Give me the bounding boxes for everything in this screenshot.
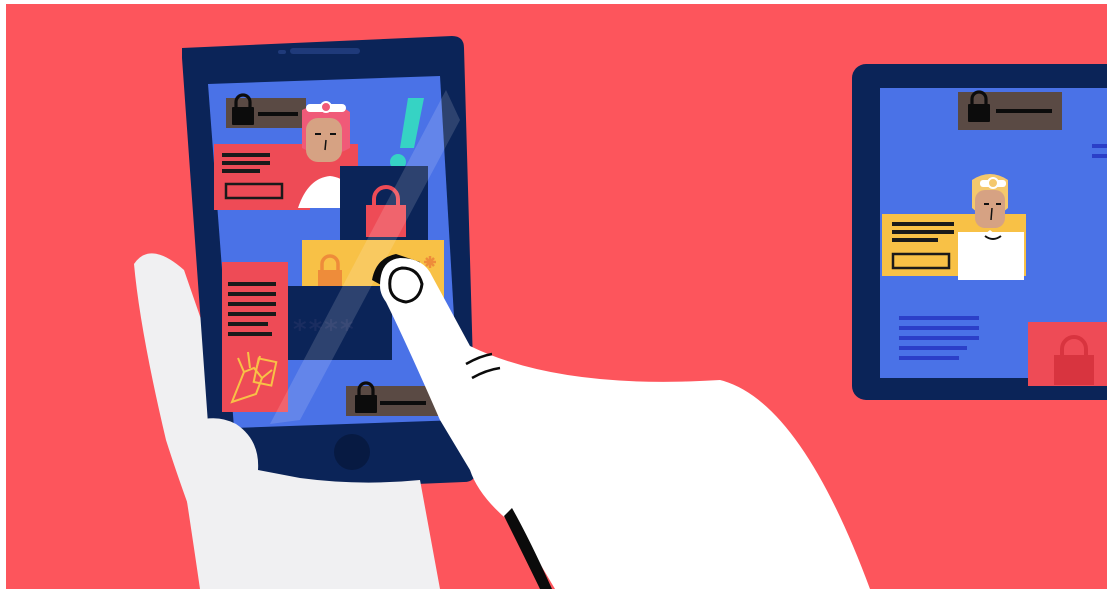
phone-lock-card-top	[226, 93, 306, 128]
tablet-lock-card	[958, 90, 1062, 130]
phone-xray-card	[222, 262, 288, 412]
illustration-canvas: ****	[0, 0, 1107, 589]
tablet-device	[852, 64, 1107, 400]
tablet-bag-card	[1028, 322, 1107, 386]
home-button-icon[interactable]	[334, 434, 370, 470]
